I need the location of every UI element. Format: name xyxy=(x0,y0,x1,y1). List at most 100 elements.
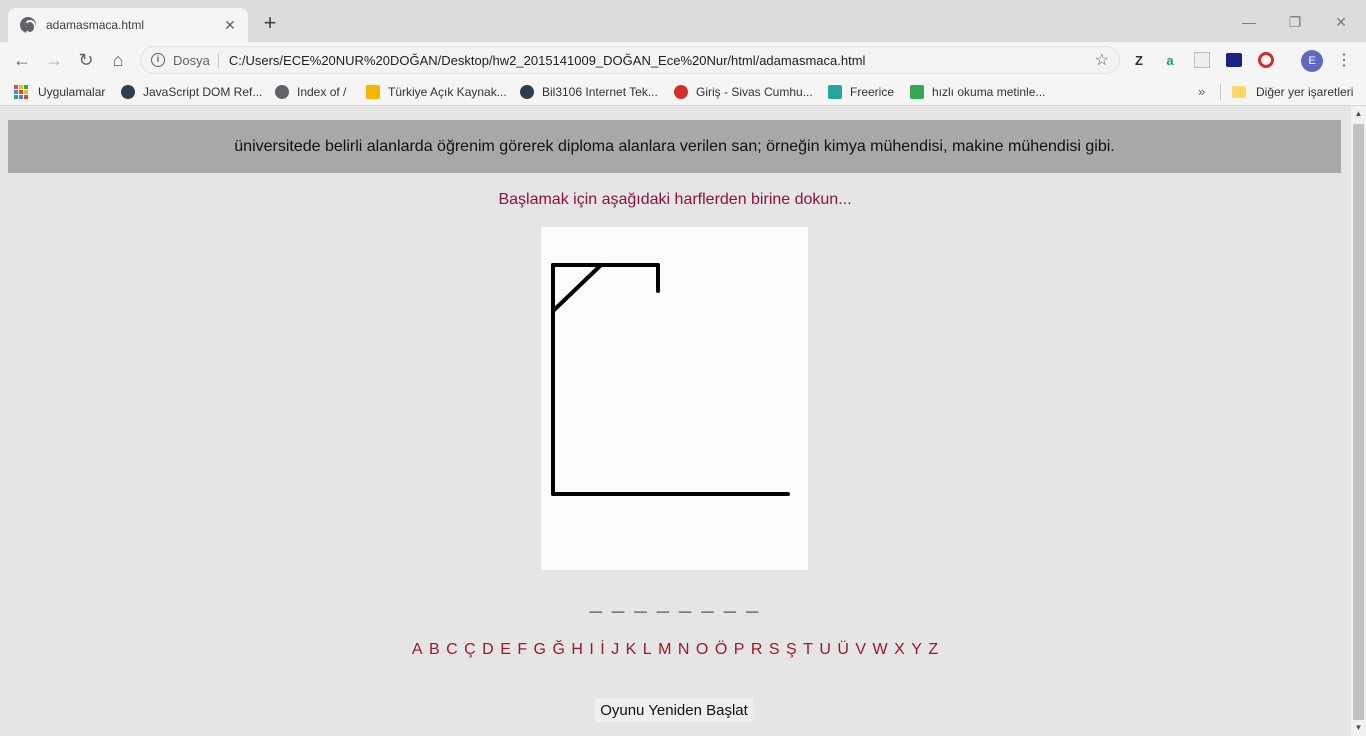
bookmark-label: Diğer yer işaretleri xyxy=(1256,85,1354,99)
tab-title: adamasmaca.html xyxy=(46,18,145,32)
bookmark-bil3106[interactable]: Bil3106 Internet Tek... xyxy=(520,83,658,101)
profile-avatar[interactable]: E xyxy=(1301,50,1323,72)
letter-button[interactable]: N xyxy=(678,641,690,658)
security-chip[interactable]: Dosya xyxy=(173,52,219,68)
letter-button[interactable]: U xyxy=(819,641,831,658)
letter-button[interactable]: Ş xyxy=(786,641,797,658)
scroll-up-arrow-icon[interactable]: ▲ xyxy=(1351,106,1366,122)
bookmark-giris-sivas[interactable]: Giriş - Sivas Cumhu... xyxy=(674,83,813,101)
bookmark-other-folder[interactable]: Diğer yer işaretleri xyxy=(1232,83,1353,101)
bookmarks-bar: Uygulamalar JavaScript DOM Ref... Index … xyxy=(0,78,1366,106)
letter-button[interactable]: C xyxy=(446,641,458,658)
letter-button[interactable]: Ö xyxy=(715,641,727,658)
letter-button[interactable]: A xyxy=(412,641,423,658)
letter-picker: A B C Ç D E F G Ğ H I İ J K L M N O Ö P … xyxy=(0,641,1350,659)
letter-button[interactable]: E xyxy=(500,641,511,658)
gallows-drawing xyxy=(551,263,790,496)
letter-button[interactable]: Y xyxy=(911,641,922,658)
url-text[interactable]: C:/Users/ECE%20NUR%20DOĞAN/Desktop/hw2_2… xyxy=(229,53,1095,68)
forward-button[interactable]: → xyxy=(42,48,66,72)
site-icon xyxy=(366,85,380,99)
info-icon[interactable]: i xyxy=(151,53,165,67)
bookmark-label: Bil3106 Internet Tek... xyxy=(542,85,658,99)
menu-icon[interactable]: ⋮ xyxy=(1336,50,1352,72)
bookmark-label: Index of / xyxy=(297,85,347,99)
globe-icon xyxy=(20,17,36,34)
bookmark-label: Türkiye Açık Kaynak... xyxy=(388,85,507,99)
letter-button[interactable]: L xyxy=(643,641,652,658)
extension-a-icon[interactable]: a xyxy=(1161,52,1179,70)
bookmark-label: Giriş - Sivas Cumhu... xyxy=(696,85,813,99)
letter-button[interactable]: R xyxy=(751,641,763,658)
browser-toolbar: ← → ↻ ⌂ i Dosya C:/Users/ECE%20NUR%20DOĞ… xyxy=(0,42,1366,78)
bookmark-star-icon[interactable]: ☆ xyxy=(1095,50,1109,70)
start-prompt: Başlamak için aşağıdaki harflerden birin… xyxy=(498,191,852,208)
letter-button[interactable]: M xyxy=(658,641,671,658)
drive-icon xyxy=(910,85,924,99)
minimize-button[interactable]: — xyxy=(1226,10,1272,34)
home-button[interactable]: ⌂ xyxy=(106,48,130,72)
more-bookmarks-button[interactable]: » xyxy=(1198,84,1205,99)
bookmark-hizli-okuma[interactable]: hızlı okuma metinle... xyxy=(910,83,1045,101)
bookmark-index-of[interactable]: Index of / xyxy=(275,83,346,101)
letter-button[interactable]: G xyxy=(534,641,546,658)
hint-box: üniversitede belirli alanlarda öğrenim g… xyxy=(8,120,1341,173)
site-icon xyxy=(674,85,688,99)
letter-button[interactable]: O xyxy=(696,641,708,658)
hint-text: üniversitede belirli alanlarda öğrenim g… xyxy=(234,137,1115,155)
bookmark-label: JavaScript DOM Ref... xyxy=(143,85,263,99)
letter-button[interactable]: İ xyxy=(600,641,604,658)
letter-button[interactable]: K xyxy=(626,641,637,658)
letter-button[interactable]: D xyxy=(482,641,494,658)
letter-button[interactable]: B xyxy=(429,641,440,658)
globe-icon xyxy=(275,85,289,99)
bookmark-label: hızlı okuma metinle... xyxy=(932,85,1046,99)
active-tab[interactable]: adamasmaca.html ✕ xyxy=(8,8,248,42)
bookmark-label: Freerice xyxy=(850,85,895,99)
bookmarks-separator xyxy=(1220,84,1221,100)
extension-block-icon[interactable] xyxy=(1258,52,1274,68)
address-bar[interactable]: i Dosya C:/Users/ECE%20NUR%20DOĞAN/Deskt… xyxy=(140,46,1120,74)
tab-strip: adamasmaca.html ✕ + — ❐ ✕ xyxy=(0,0,1366,42)
scroll-down-arrow-icon[interactable]: ▼ xyxy=(1351,720,1366,736)
bookmark-label: Uygulamalar xyxy=(38,85,106,99)
letter-button[interactable]: V xyxy=(855,641,866,658)
letter-button[interactable]: F xyxy=(517,641,527,658)
site-icon xyxy=(520,85,534,99)
scrollbar-thumb[interactable] xyxy=(1353,124,1364,720)
letter-button[interactable]: Ü xyxy=(837,641,849,658)
letter-button[interactable]: P xyxy=(734,641,745,658)
letter-button[interactable]: X xyxy=(894,641,905,658)
letter-button[interactable]: H xyxy=(571,641,583,658)
letter-button[interactable]: W xyxy=(873,641,888,658)
bookmark-javascript-dom[interactable]: JavaScript DOM Ref... xyxy=(121,83,262,101)
gallows-brace xyxy=(551,263,603,313)
folder-icon xyxy=(1232,86,1246,98)
page-content: üniversitede belirli alanlarda öğrenim g… xyxy=(0,106,1366,736)
back-button[interactable]: ← xyxy=(10,48,34,72)
extension-z-icon[interactable]: Z xyxy=(1130,52,1148,70)
restore-button[interactable]: ❐ xyxy=(1272,10,1318,34)
hangman-canvas xyxy=(541,227,808,570)
site-icon xyxy=(121,85,135,99)
letter-button[interactable]: Ğ xyxy=(552,641,564,658)
bookmark-turkiye-acik-kaynak[interactable]: Türkiye Açık Kaynak... xyxy=(366,83,507,101)
extension-screen-icon[interactable] xyxy=(1226,53,1242,67)
letter-button[interactable]: I xyxy=(589,641,593,658)
restart-game-button[interactable]: Oyunu Yeniden Başlat xyxy=(595,698,753,722)
apps-grid-icon xyxy=(14,85,28,99)
letter-button[interactable]: Ç xyxy=(464,641,476,658)
close-tab-icon[interactable]: ✕ xyxy=(222,17,238,34)
letter-button[interactable]: T xyxy=(803,641,813,658)
page-scrollbar[interactable]: ▲ ▼ xyxy=(1351,106,1366,736)
letter-button[interactable]: J xyxy=(611,641,619,658)
new-tab-button[interactable]: + xyxy=(258,12,282,36)
site-icon xyxy=(828,85,842,99)
bookmark-apps[interactable]: Uygulamalar xyxy=(14,83,105,101)
close-window-button[interactable]: ✕ xyxy=(1318,10,1364,34)
letter-button[interactable]: S xyxy=(769,641,780,658)
letter-button[interactable]: Z xyxy=(928,641,938,658)
reload-button[interactable]: ↻ xyxy=(74,48,98,72)
extension-page-icon[interactable] xyxy=(1194,52,1210,68)
bookmark-freerice[interactable]: Freerice xyxy=(828,83,894,101)
